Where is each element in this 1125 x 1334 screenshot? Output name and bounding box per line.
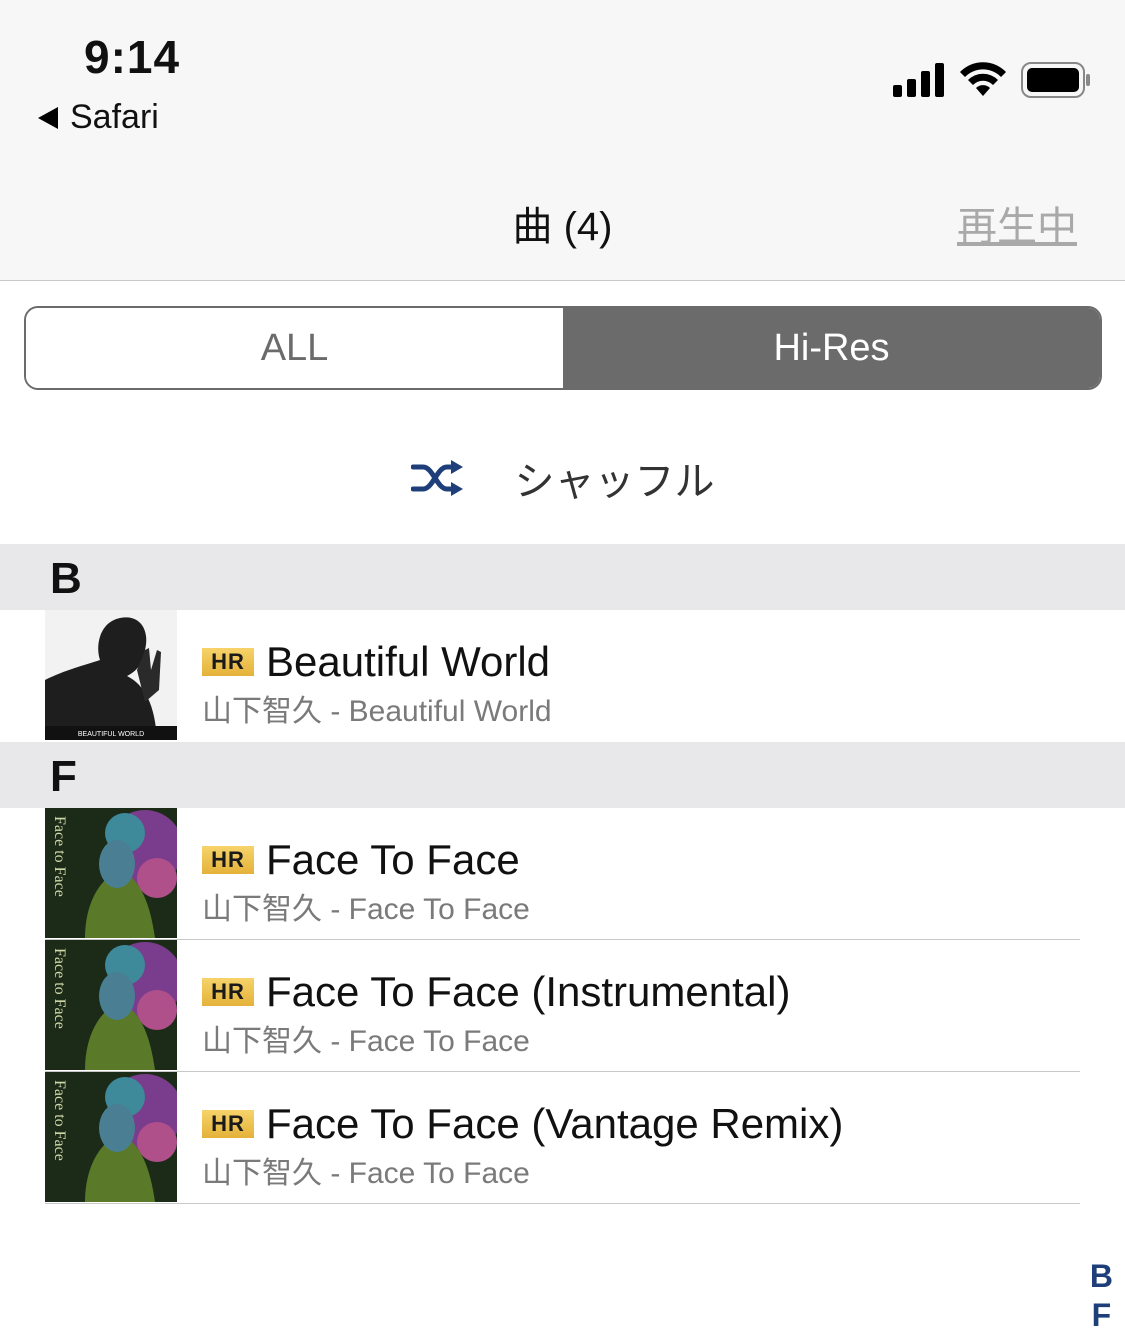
- song-row[interactable]: Face to Face HR Face To Face (Instrument…: [0, 940, 1125, 1072]
- section-letter: F: [50, 752, 77, 801]
- cellular-signal-icon: [893, 63, 944, 97]
- index-letter-b[interactable]: B: [1090, 1258, 1113, 1295]
- song-artist-album: 山下智久 - Face To Face: [202, 1157, 530, 1190]
- back-triangle-icon: [38, 106, 58, 129]
- section-letter: B: [50, 554, 82, 603]
- song-title: HR Face To Face (Vantage Remix): [202, 1100, 843, 1148]
- filter-segmented-control: ALL Hi-Res: [24, 306, 1102, 390]
- album-art: Face to Face: [45, 808, 177, 938]
- now-playing-link[interactable]: 再生中: [957, 194, 1077, 252]
- song-title-text: Face To Face (Instrumental): [266, 968, 791, 1015]
- album-art: Face to Face: [45, 940, 177, 1070]
- status-time: 9:14: [84, 31, 181, 83]
- status-icons: [893, 62, 1091, 98]
- back-to-safari-button[interactable]: Safari: [38, 98, 159, 137]
- album-art: Face to Face: [45, 1072, 177, 1202]
- section-index: B F: [1090, 1258, 1113, 1334]
- album-art-caption: Face to Face: [51, 948, 68, 1029]
- battery-icon: [1021, 62, 1090, 98]
- hires-badge: HR: [202, 1110, 254, 1138]
- album-art-caption: Face to Face: [51, 1080, 68, 1161]
- shuffle-button[interactable]: シャッフル: [0, 430, 1125, 525]
- index-letter-f[interactable]: F: [1092, 1297, 1112, 1334]
- album-art: BEAUTIFUL WORLD: [45, 610, 177, 740]
- song-title: HR Beautiful World: [202, 638, 550, 686]
- song-title-text: Face To Face: [266, 836, 520, 883]
- wifi-icon: [960, 62, 1006, 96]
- song-title: HR Face To Face (Instrumental): [202, 968, 790, 1016]
- hires-badge: HR: [202, 648, 254, 676]
- song-title: HR Face To Face: [202, 836, 520, 884]
- navigation-bar: 曲 (4) 再生中: [0, 160, 1125, 281]
- hires-badge: HR: [202, 846, 254, 874]
- row-divider: [45, 1203, 1080, 1204]
- song-artist-album: 山下智久 - Face To Face: [202, 893, 530, 926]
- song-title-text: Face To Face (Vantage Remix): [266, 1100, 844, 1147]
- segment-all[interactable]: ALL: [26, 308, 563, 388]
- song-artist-album: 山下智久 - Beautiful World: [202, 695, 552, 728]
- section-header-f: F: [0, 742, 1125, 808]
- hires-badge: HR: [202, 978, 254, 1006]
- status-bar: 9:14 Safari: [0, 0, 1125, 160]
- song-title-text: Beautiful World: [266, 638, 551, 685]
- shuffle-icon: [410, 459, 463, 496]
- song-artist-album: 山下智久 - Face To Face: [202, 1025, 530, 1058]
- section-header-b: B: [0, 544, 1125, 610]
- back-app-label: Safari: [70, 98, 159, 136]
- segment-hires[interactable]: Hi-Res: [563, 308, 1100, 388]
- shuffle-label: シャッフル: [514, 459, 715, 504]
- album-art-caption: BEAUTIFUL WORLD: [78, 731, 144, 738]
- song-row[interactable]: Face to Face HR Face To Face (Vantage Re…: [0, 1072, 1125, 1204]
- album-art-caption: Face to Face: [51, 816, 68, 897]
- song-row[interactable]: Face to Face HR Face To Face 山下智久 - Face…: [0, 808, 1125, 940]
- song-row[interactable]: BEAUTIFUL WORLD HR Beautiful World 山下智久 …: [0, 610, 1125, 742]
